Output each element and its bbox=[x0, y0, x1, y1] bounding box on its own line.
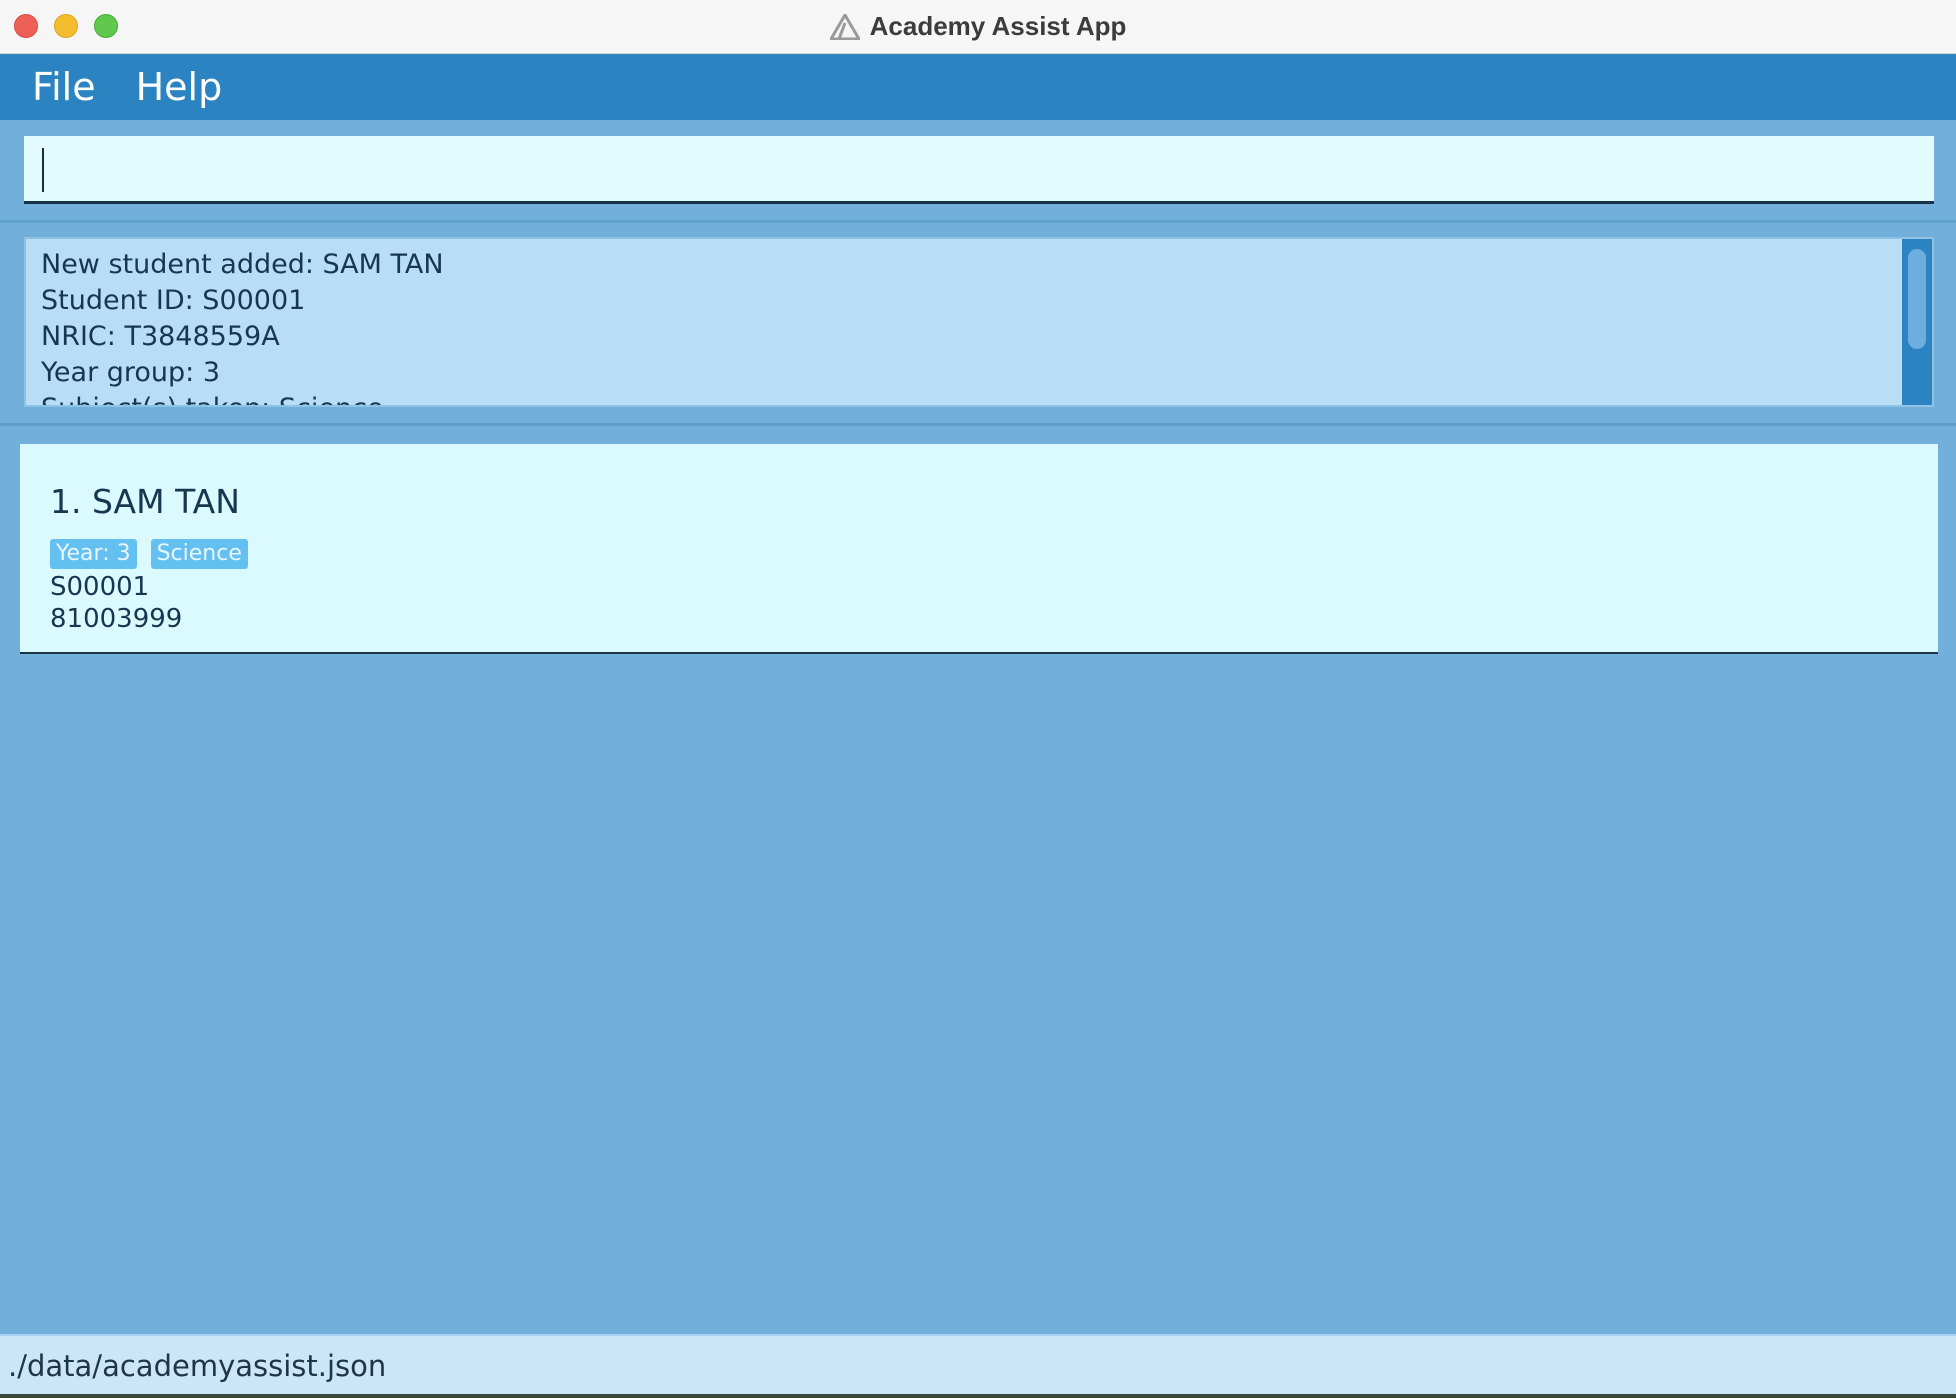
result-line: Subject(s) taken: Science bbox=[41, 391, 1892, 405]
title-container: Academy Assist App bbox=[0, 0, 1956, 53]
app-window: Academy Assist App File Help New student… bbox=[0, 0, 1956, 1394]
result-display-pane: New student added: SAM TAN Student ID: S… bbox=[0, 223, 1956, 426]
menu-bar: File Help bbox=[0, 54, 1956, 120]
result-line: New student added: SAM TAN bbox=[41, 249, 444, 280]
scrollbar-thumb[interactable] bbox=[1908, 249, 1926, 349]
result-display[interactable]: New student added: SAM TAN Student ID: S… bbox=[24, 237, 1934, 407]
save-file-path: ./data/academyassist.json bbox=[8, 1349, 387, 1383]
text-caret bbox=[42, 148, 44, 192]
app-logo-icon bbox=[829, 13, 860, 40]
student-list: 1. SAM TAN Year: 3 Science S00001 810039… bbox=[0, 426, 1956, 1334]
result-scrollbar[interactable] bbox=[1902, 239, 1932, 405]
student-name: 1. SAM TAN bbox=[50, 482, 240, 521]
window-title: Academy Assist App bbox=[869, 11, 1127, 41]
student-card[interactable]: 1. SAM TAN Year: 3 Science S00001 810039… bbox=[20, 444, 1938, 654]
tag-year: Year: 3 bbox=[50, 539, 137, 569]
title-bar: Academy Assist App bbox=[0, 0, 1956, 54]
menu-help[interactable]: Help bbox=[116, 54, 243, 120]
result-line: Year group: 3 bbox=[41, 357, 221, 388]
command-box-pane bbox=[0, 120, 1956, 223]
student-id: S00001 bbox=[50, 572, 150, 602]
command-input[interactable] bbox=[24, 136, 1934, 204]
status-bar: ./data/academyassist.json bbox=[0, 1334, 1956, 1394]
result-line: NRIC: T3848559A bbox=[41, 321, 280, 352]
result-line: Student ID: S00001 bbox=[41, 285, 306, 316]
result-text: New student added: SAM TAN Student ID: S… bbox=[41, 247, 1892, 405]
menu-file[interactable]: File bbox=[0, 54, 116, 120]
student-tags: Year: 3 Science bbox=[50, 539, 248, 569]
tag-subject: Science bbox=[150, 539, 248, 569]
student-phone: 81003999 bbox=[50, 604, 183, 634]
